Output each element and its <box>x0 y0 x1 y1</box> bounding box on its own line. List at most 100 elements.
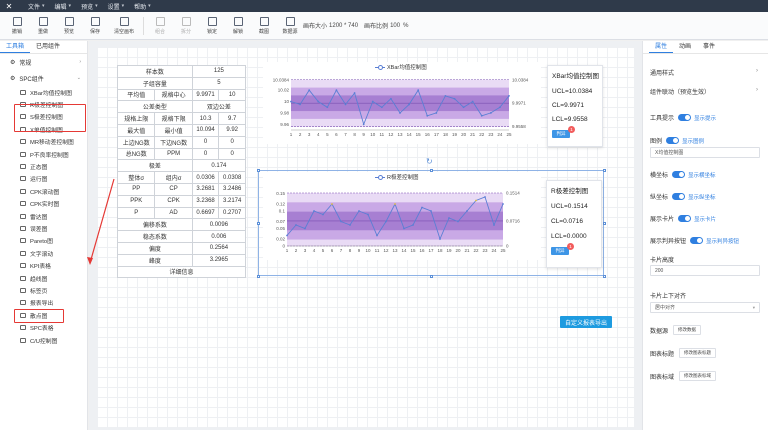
x-axis-toggle[interactable] <box>672 171 686 178</box>
resize-handle[interactable] <box>256 221 260 225</box>
menu-help[interactable]: 帮助 ▾ <box>134 2 151 11</box>
y-tick-label: 0.15 <box>276 191 285 196</box>
ungroup-button[interactable]: 拆分 <box>173 13 199 39</box>
menu-settings[interactable]: 设置 ▾ <box>108 2 125 11</box>
data-point <box>317 100 320 103</box>
section-spc[interactable]: ⚙ SPC组件 ⌄ <box>0 70 87 86</box>
table-cell: 上边NG数 <box>116 135 156 149</box>
table-cell: 规格下限 <box>154 112 193 125</box>
resize-handle[interactable] <box>602 274 606 278</box>
preview-button[interactable]: 预览 <box>56 13 82 39</box>
x-tick-label: 20 <box>461 132 467 137</box>
clear-canvas-button[interactable]: 清空画布 <box>108 13 140 39</box>
sidebar-item[interactable]: 雷达图 <box>0 210 87 222</box>
xbar-chart[interactable]: XBar均值控制图 10.0384 10.02 10 9.98 9.96 10.0384 9… <box>263 62 541 144</box>
canvas-size-value[interactable]: 1200 * 740 <box>329 23 358 29</box>
tab-used-components[interactable]: 已用组件 <box>30 41 66 53</box>
unlock-button[interactable]: 解锁 <box>225 13 251 39</box>
xbar-judge-button[interactable]: 判异 <box>552 130 570 138</box>
sidebar-item[interactable]: MR移动差控制图 <box>0 136 87 148</box>
gear-icon: ⚙ <box>10 75 16 82</box>
x-tick-label: 16 <box>419 248 425 253</box>
x-tick-label: 6 <box>335 132 338 137</box>
tab-animation[interactable]: 动画 <box>673 41 697 53</box>
control-limit-label: 0.0716 <box>506 218 520 223</box>
x-tick-label: 25 <box>506 132 512 137</box>
resize-handle[interactable] <box>602 221 606 225</box>
sidebar-item[interactable]: C/U控制图 <box>0 334 87 346</box>
resize-handle[interactable] <box>602 168 606 172</box>
data-point <box>471 100 474 103</box>
data-point <box>286 234 288 237</box>
lock-button[interactable]: 锁定 <box>199 13 225 39</box>
menu-file[interactable]: 文件 ▾ <box>28 2 45 11</box>
chart-label-row: 图表标域 修改图表标域 <box>650 371 717 381</box>
save-button[interactable]: 保存 <box>82 13 108 39</box>
card-align-select[interactable]: 居中对齐 ▾ <box>650 302 760 313</box>
sidebar-item[interactable]: 标签页 <box>0 284 87 296</box>
sidebar-item[interactable]: 趋线图 <box>0 272 87 284</box>
sidebar-item[interactable]: 正态图 <box>0 160 87 172</box>
component-link-row[interactable]: 组件联动（预览生效） <box>650 87 710 96</box>
card-toggle[interactable] <box>678 215 692 222</box>
sidebar-item[interactable]: XBar均值控制图 <box>0 86 87 98</box>
y-axis-toggle[interactable] <box>672 193 686 200</box>
edit-data-button[interactable]: 修改数据 <box>673 325 702 335</box>
data-point <box>349 224 351 226</box>
sidebar-item[interactable]: 运行图 <box>0 173 87 185</box>
menu-bar: ✕ 文件 ▾ 编辑 ▾ 预览 ▾ 设置 ▾ 帮助 ▾ <box>0 0 768 12</box>
menu-edit[interactable]: 编辑 ▾ <box>55 2 72 11</box>
table-cell: 3.2368 <box>191 194 220 208</box>
sidebar-item[interactable]: CPK实时图 <box>0 198 87 210</box>
judge-button-toggle[interactable] <box>690 237 704 244</box>
menu-preview[interactable]: 预览 ▾ <box>81 2 98 11</box>
section-common[interactable]: ⚙ 常规 › <box>0 54 87 70</box>
datasource-button[interactable]: 数据源 <box>277 13 303 39</box>
kpi-table[interactable]: 样本数 125 子组容量 5 平均值 规格中心 9.9971 10 公差类型 双边公差 规格上限 规格… <box>116 65 247 279</box>
tab-toolbox[interactable]: 工具箱 <box>0 41 31 53</box>
sidebar-item[interactable]: Pareto图 <box>0 235 87 247</box>
resize-handle[interactable] <box>256 168 260 172</box>
card-height-input[interactable]: 200 <box>650 265 760 276</box>
legend-toggle[interactable] <box>666 137 680 144</box>
table-cell: 0.0306 <box>191 171 220 184</box>
x-tick-label: 10 <box>370 132 376 137</box>
tab-events[interactable]: 事件 <box>697 41 721 53</box>
canvas-scale-value[interactable]: 100 <box>390 23 400 29</box>
r-chart[interactable]: R极差控制图 0.15 0.12 0.1 0.07 0.05 0.02 0 0.1514 0.0… <box>263 172 541 260</box>
undo-button[interactable]: 撤销 <box>4 13 30 39</box>
sidebar-item[interactable]: P不良率控制图 <box>0 148 87 160</box>
sidebar-item[interactable]: KPI表格 <box>0 259 87 271</box>
sidebar-item[interactable]: CPK滚动图 <box>0 185 87 197</box>
toolbar-divider <box>143 16 144 35</box>
table-cell: 3.2965 <box>191 253 247 267</box>
sidebar-item[interactable]: 报表导出 <box>0 297 87 309</box>
data-point <box>299 103 301 106</box>
tab-properties[interactable]: 属性 <box>649 41 674 53</box>
data-point <box>457 220 459 223</box>
chevron-down-icon: ▾ <box>95 3 98 9</box>
sidebar-item[interactable]: 文字滚动 <box>0 247 87 259</box>
table-cell: 0.2707 <box>218 206 246 220</box>
legend-text-input[interactable]: X均值控制图 <box>650 147 760 158</box>
tooltip-toggle[interactable] <box>678 114 692 121</box>
x-tick-label: 17 <box>428 248 434 253</box>
screenshot-button[interactable]: 截图 <box>251 13 277 39</box>
resize-handle[interactable] <box>256 274 260 278</box>
sidebar-item[interactable]: SPC表格 <box>0 321 87 333</box>
edit-chart-title-button[interactable]: 修改图表标题 <box>679 348 717 358</box>
rotate-icon[interactable]: ↻ <box>426 157 433 166</box>
data-point <box>421 206 423 209</box>
component-icon <box>20 164 26 170</box>
general-style-row[interactable]: 通用样式 <box>650 68 674 77</box>
custom-report-export-button[interactable]: 自定义报表导出 <box>560 316 612 328</box>
r-judge-button[interactable]: 判异 <box>551 247 569 255</box>
edit-chart-label-button[interactable]: 修改图表标域 <box>679 371 717 381</box>
data-point <box>466 210 468 212</box>
component-icon <box>20 250 26 256</box>
card-setting: 展示卡片 显示卡片 <box>650 215 717 223</box>
redo-button[interactable]: 重做 <box>30 13 56 39</box>
sidebar-item[interactable]: 误差图 <box>0 222 87 234</box>
group-button[interactable]: 组合 <box>147 13 173 39</box>
resize-handle[interactable] <box>429 274 433 278</box>
